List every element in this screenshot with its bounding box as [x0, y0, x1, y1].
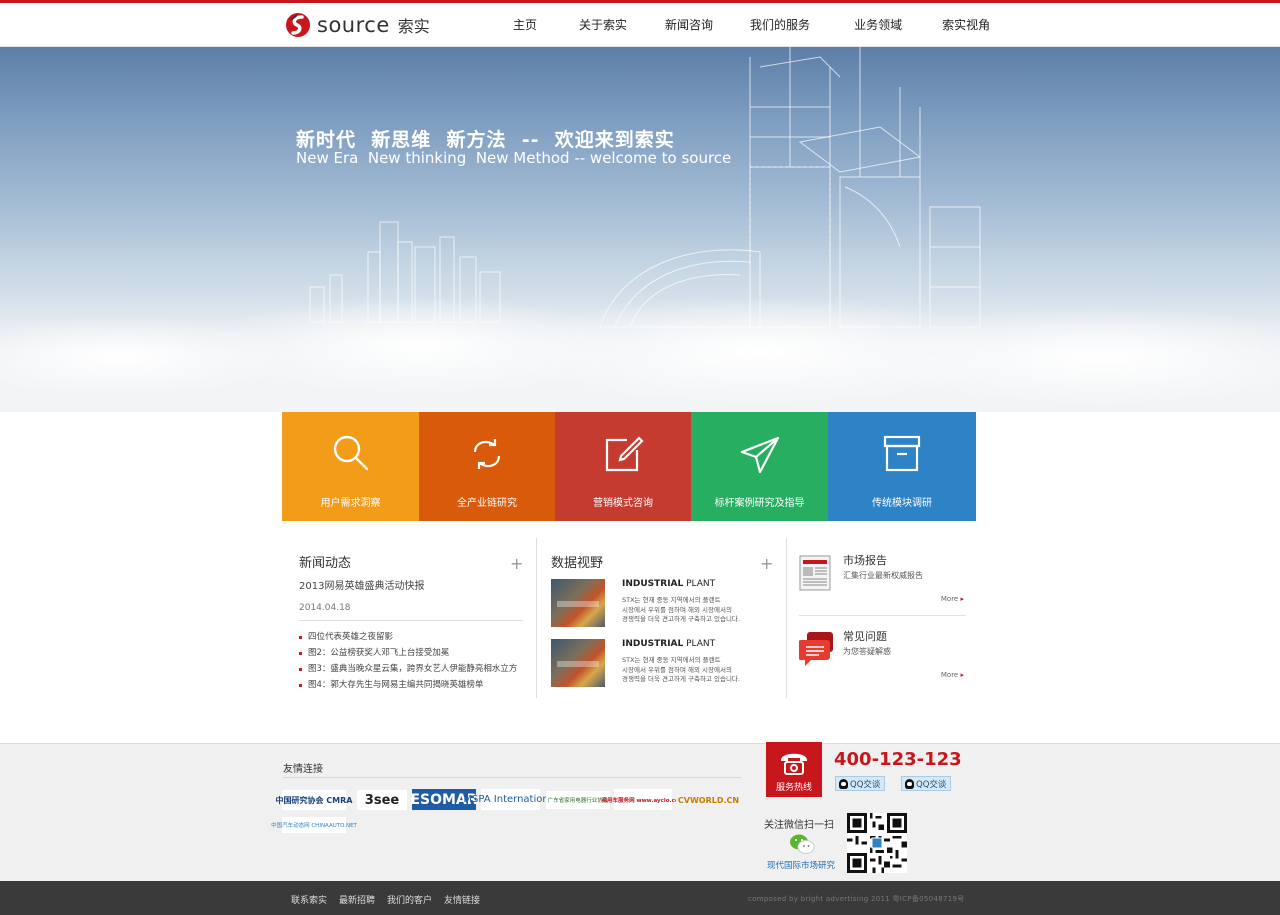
nav-perspective[interactable]: 索实视角	[926, 3, 1006, 47]
column-divider	[786, 538, 787, 698]
nav-about[interactable]: 关于索实	[563, 3, 643, 47]
partner-logo-gd-appliance[interactable]: 广东省家用电器行业协会	[546, 791, 610, 809]
hotline-box: 服务热线	[766, 742, 822, 797]
tile-label: 用户需求洞察	[320, 498, 381, 509]
faq-title: 常见问题	[843, 630, 887, 643]
partner-logo-commercial-vehicle[interactable]: 商用车服务网 www.ayclo.com	[602, 789, 684, 810]
wechat-icon	[790, 834, 815, 854]
qq-chat-label: QQ交谈	[850, 779, 881, 790]
more-link[interactable]: More	[941, 595, 964, 603]
market-report-title: 市场报告	[843, 554, 887, 567]
bottom-link-contact[interactable]: 联系索实	[291, 893, 327, 906]
news-section: 新闻动态 2013网易英雄盛典活动快报 2014.04.18 四位代表英雄之夜留…	[299, 552, 523, 693]
copyright: composed by bright advertising 2011 粤ICP…	[748, 895, 965, 903]
nav-news[interactable]: 新闻咨询	[649, 3, 729, 47]
news-item[interactable]: 图3：盛典当晚众星云集，跨界女艺人伊能静亮相水立方	[299, 661, 523, 677]
header: source 索实 主页 关于索实 新闻咨询 我们的服务 业务领域 索实视角	[0, 3, 1280, 47]
divider	[283, 777, 741, 778]
bottom-link-friend-links[interactable]: 友情链接	[444, 893, 480, 906]
bottom-link-jobs[interactable]: 最新招聘	[339, 893, 375, 906]
qq-penguin-icon	[905, 778, 914, 789]
news-headline[interactable]: 2013网易英雄盛典活动快报	[299, 577, 523, 592]
news-list: 四位代表英雄之夜留影 图2：公益榜获奖人邓飞上台接受加冕 图3：盛典当晚众星云集…	[299, 629, 523, 693]
news-date: 2014.04.18	[299, 603, 351, 613]
wechat-qr-code[interactable]	[847, 813, 907, 873]
newspaper-icon	[799, 555, 831, 591]
data-item-body: STX는 현재 중동 지역에서의 플랜트 시장에서 우위를 점하며 해외 시장에…	[622, 596, 740, 623]
search-icon	[333, 435, 368, 471]
tile-label: 营销模式咨询	[593, 498, 653, 509]
data-item-body: STX는 현재 중동 지역에서의 플랜트 시장에서 우위를 점하며 해외 시장에…	[622, 656, 740, 683]
tile-benchmark[interactable]: 标杆案例研究及指导	[691, 412, 828, 521]
tile-supply-chain[interactable]: 全产业链研究	[419, 412, 555, 521]
tile-marketing[interactable]: 营销模式咨询	[555, 412, 691, 521]
qq-chat-button[interactable]: QQ交谈	[835, 776, 886, 791]
data-item[interactable]: INDUSTRIAL PLANT STX는 현재 중동 지역에서의 플랜트 시장…	[551, 579, 776, 627]
footer-band	[0, 743, 1280, 881]
nav-services[interactable]: 我们的服务	[734, 3, 826, 47]
news-more-plus[interactable]: +	[510, 556, 523, 572]
data-view-more-plus[interactable]: +	[760, 556, 773, 572]
main-nav: 主页 关于索实 新闻咨询 我们的服务 业务领域 索实视角	[497, 3, 1006, 47]
data-view-title: 数据视野	[551, 556, 604, 571]
logo[interactable]: source 索实	[285, 11, 430, 39]
wechat-scan-title: 关注微信扫一扫	[764, 820, 834, 831]
friend-links-title: 友情连接	[283, 764, 323, 775]
data-item-title: INDUSTRIAL PLANT	[622, 639, 716, 649]
news-item[interactable]: 图4：郭大存先生与网易主编共同揭晓英雄榜单	[299, 677, 523, 693]
nav-home[interactable]: 主页	[497, 3, 553, 47]
news-item[interactable]: 图2：公益榜获奖人邓飞上台接受加冕	[299, 645, 523, 661]
partner-logo-chinaauto[interactable]: 中国汽车动态网 CHINAAUTO.NET	[271, 817, 357, 833]
qq-chat-button[interactable]: QQ交谈	[901, 776, 952, 791]
qq-penguin-icon	[839, 778, 848, 789]
market-report-subtitle: 汇集行业最新权威报告	[843, 571, 923, 580]
more-link[interactable]: More	[941, 671, 964, 679]
tile-user-insight[interactable]: 用户需求洞察	[282, 412, 419, 521]
logo-text: source	[317, 13, 390, 37]
news-title: 新闻动态	[299, 556, 352, 571]
telephone-icon	[780, 753, 808, 775]
qq-chat-label: QQ交谈	[916, 779, 947, 790]
bottom-link-clients[interactable]: 我们的客户	[387, 893, 432, 906]
partner-logo-cvworld[interactable]: CVWORLD.CN	[676, 790, 741, 810]
column-divider	[536, 538, 537, 698]
service-tiles: 用户需求洞察 全产业链研究 营销模式咨询 标杆案例研究及指导 传统模块调研	[282, 412, 976, 521]
phone-number: 400-123-123	[834, 749, 962, 770]
tile-traditional[interactable]: 传统模块调研	[828, 412, 976, 521]
data-item-title: INDUSTRIAL PLANT	[622, 579, 716, 589]
logo-cn: 索实	[397, 17, 430, 36]
hero-title-cn: 新时代 新思维 新方法 -- 欢迎来到索实	[296, 129, 675, 151]
divider	[299, 620, 523, 621]
partner-logo-cmra[interactable]: 中国研究协会 CMRA	[276, 790, 352, 810]
send-icon	[740, 436, 779, 474]
data-item[interactable]: INDUSTRIAL PLANT STX는 현재 중동 지역에서의 플랜트 시장…	[551, 639, 776, 687]
cloud-layer	[0, 297, 1280, 412]
industrial-plant-thumbnail	[551, 579, 605, 627]
news-item[interactable]: 四位代表英雄之夜留影	[299, 629, 523, 645]
data-view-section: 数据视野 INDUSTRIAL PLANT STX는 현재 중동 지역에서의 플…	[551, 552, 776, 687]
bottom-bar	[0, 881, 1280, 915]
hero-banner: 新时代 新思维 新方法 -- 欢迎来到索实 New Era New thinki…	[0, 47, 1280, 412]
hero-title-en: New Era New thinking New Method -- welco…	[296, 149, 732, 167]
refresh-icon	[473, 439, 501, 469]
source-logo-icon	[286, 13, 310, 37]
partner-logo-mspa[interactable]: MSPA International	[463, 789, 558, 810]
hotline-label: 服务热线	[775, 783, 812, 793]
archive-icon	[883, 435, 921, 472]
tile-label: 全产业链研究	[457, 498, 517, 509]
wechat-account-name: 现代国际市场研究	[767, 861, 836, 871]
industrial-plant-thumbnail	[551, 639, 605, 687]
chat-bubbles-icon	[799, 632, 833, 666]
divider	[799, 615, 966, 616]
partner-logo-3see[interactable]: 3see	[357, 790, 407, 810]
nav-business[interactable]: 业务领域	[838, 3, 918, 47]
bottom-links: 联系索实 最新招聘 我们的客户 友情链接	[291, 893, 492, 906]
tile-label: 标杆案例研究及指导	[714, 498, 805, 509]
edit-icon	[605, 436, 644, 472]
faq-subtitle: 为您答疑解惑	[843, 647, 891, 656]
tile-label: 传统模块调研	[872, 498, 932, 509]
